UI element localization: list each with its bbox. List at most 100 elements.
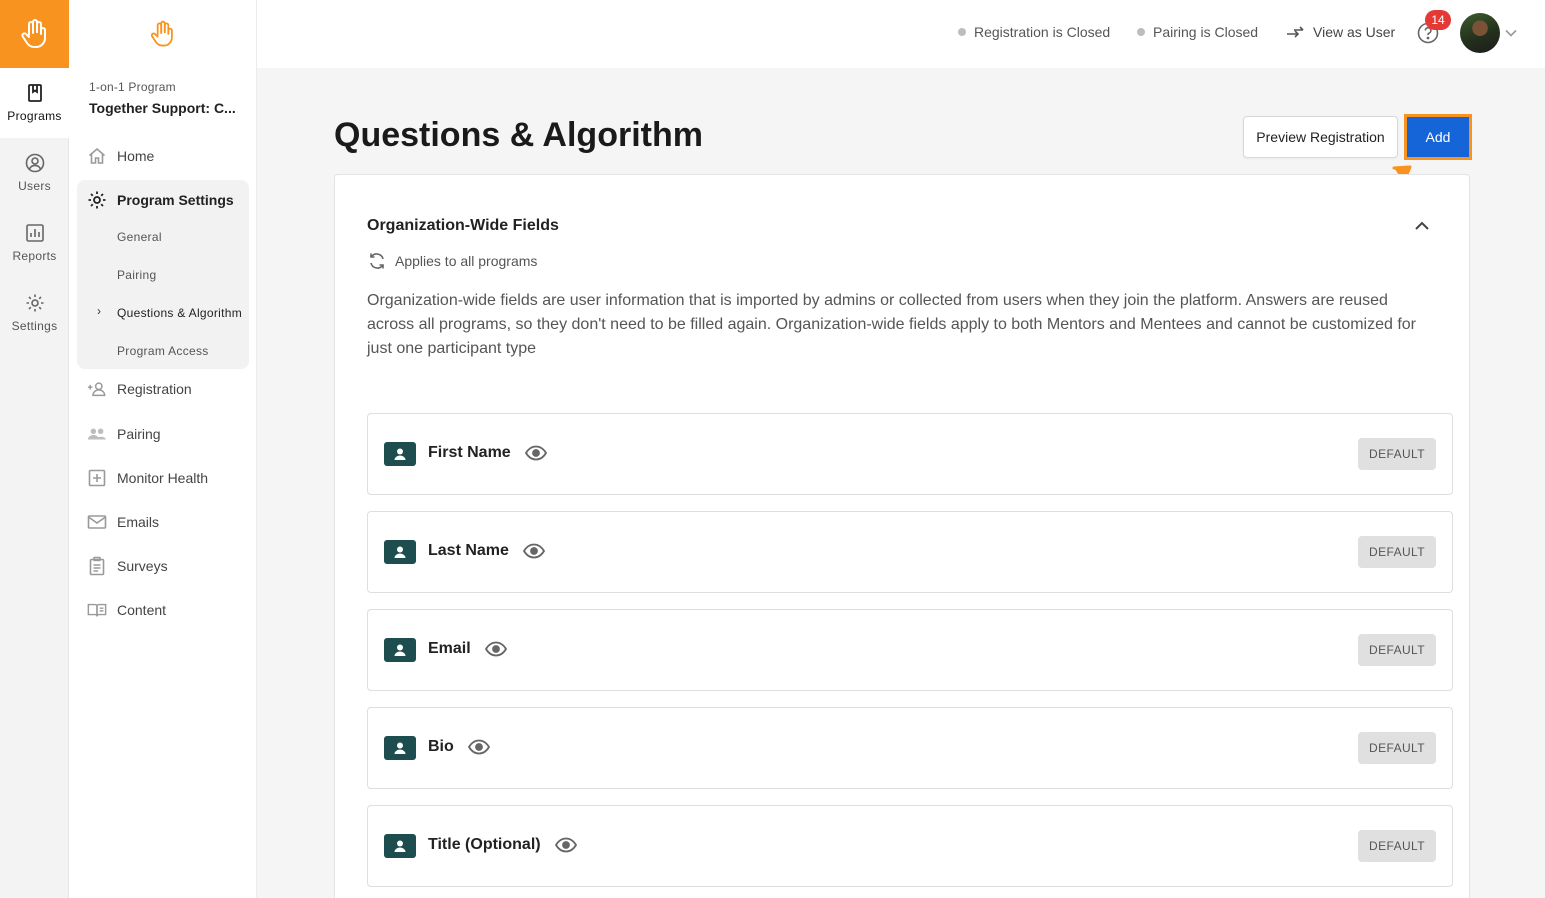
- gear-icon: [26, 294, 43, 312]
- health-plus-icon: [87, 468, 107, 488]
- sidebar-item-surveys[interactable]: Surveys: [77, 546, 249, 586]
- person-icon: [384, 638, 416, 662]
- sidebar-subitem-pairing[interactable]: Pairing: [117, 268, 156, 282]
- sidebar-item-monitor-health[interactable]: Monitor Health: [77, 458, 249, 498]
- sync-icon: [370, 253, 384, 269]
- program-type-label: 1-on-1 Program: [89, 80, 176, 94]
- eye-icon[interactable]: [484, 641, 507, 657]
- default-badge: DEFAULT: [1358, 732, 1436, 764]
- page-title: Questions & Algorithm: [334, 116, 703, 154]
- applies-to-all-note: Applies to all programs: [367, 251, 537, 271]
- default-badge: DEFAULT: [1358, 634, 1436, 666]
- field-row[interactable]: Last Name DEFAULT: [367, 511, 1453, 593]
- add-button-highlight: Add: [1404, 114, 1472, 160]
- sidebar-logo: [69, 0, 256, 68]
- field-row[interactable]: Title (Optional) DEFAULT: [367, 805, 1453, 887]
- sidebar-item-label: Registration: [117, 381, 192, 397]
- sidebar-item-label: Content: [117, 602, 167, 618]
- sidebar-item-content[interactable]: Content: [77, 590, 249, 630]
- field-name-wrap: Bio: [428, 738, 490, 756]
- field-name: Last Name: [428, 542, 509, 559]
- notification-badge: 14: [1425, 10, 1451, 30]
- field-name: First Name: [428, 444, 511, 461]
- sidebar-item-label: Emails: [117, 514, 160, 530]
- registration-status-text: Registration is Closed: [974, 24, 1111, 40]
- home-icon: [87, 146, 107, 166]
- hand-wave-icon: [20, 19, 46, 48]
- default-badge: DEFAULT: [1358, 830, 1436, 862]
- program-name[interactable]: Together Support: C...: [89, 100, 236, 116]
- sidebar-item-label: Home: [117, 148, 155, 164]
- bar-chart-icon: [25, 224, 44, 242]
- chevron-right-icon: ›: [97, 304, 101, 318]
- user-circle-icon: [25, 153, 44, 173]
- rail-label-programs: Programs: [7, 109, 62, 123]
- sidebar-subitem-program-access[interactable]: Program Access: [117, 344, 209, 358]
- field-name-wrap: First Name: [428, 444, 547, 462]
- default-badge: DEFAULT: [1358, 536, 1436, 568]
- sidebar-item-label: Monitor Health: [117, 470, 209, 486]
- status-dot-icon: [958, 28, 966, 36]
- sidebar-item-home[interactable]: Home: [77, 136, 249, 176]
- sidebar-subitem-questions-algorithm[interactable]: Questions & Algorithm: [117, 306, 242, 320]
- field-row[interactable]: First Name DEFAULT: [367, 413, 1453, 495]
- chevron-down-icon[interactable]: [1505, 24, 1517, 40]
- sidebar-item-pairing[interactable]: Pairing: [77, 414, 249, 454]
- gear-icon: [88, 191, 106, 209]
- eye-icon[interactable]: [522, 543, 545, 559]
- users-icon: [87, 424, 107, 444]
- field-name-wrap: Title (Optional): [428, 836, 577, 854]
- field-name: Email: [428, 640, 471, 657]
- rail-item-users[interactable]: Users: [0, 138, 69, 208]
- avatar[interactable]: [1460, 13, 1500, 53]
- sidebar-subitem-general[interactable]: General: [117, 230, 162, 244]
- person-icon: [384, 442, 416, 466]
- sidebar-item-registration[interactable]: Registration: [77, 369, 249, 409]
- preview-registration-button[interactable]: Preview Registration: [1243, 116, 1398, 158]
- app-logo[interactable]: [0, 0, 69, 68]
- panel-title: Organization-Wide Fields: [367, 217, 559, 234]
- registration-status: Registration is Closed: [958, 24, 1110, 40]
- eye-icon[interactable]: [467, 739, 490, 755]
- clipboard-icon: [87, 556, 107, 576]
- sidebar-item-emails[interactable]: Emails: [77, 502, 249, 542]
- top-bar: Registration is Closed Pairing is Closed…: [257, 0, 1545, 68]
- status-dot-icon: [1137, 28, 1145, 36]
- field-name-wrap: Last Name: [428, 542, 545, 560]
- field-name: Title (Optional): [428, 836, 541, 853]
- view-as-user-label: View as User: [1313, 24, 1396, 40]
- switch-arrows-icon: [1287, 26, 1304, 38]
- rail-label-reports: Reports: [12, 249, 57, 263]
- sidebar-item-label: Surveys: [117, 558, 168, 574]
- field-row[interactable]: Bio DEFAULT: [367, 707, 1453, 789]
- rail-item-programs[interactable]: Programs: [0, 68, 69, 138]
- book-icon: [27, 84, 42, 102]
- eye-icon[interactable]: [524, 445, 547, 461]
- applies-text: Applies to all programs: [395, 253, 538, 269]
- rail-label-users: Users: [18, 179, 51, 193]
- mail-icon: [87, 512, 107, 532]
- default-badge: DEFAULT: [1358, 438, 1436, 470]
- rail-label-settings: Settings: [11, 319, 58, 333]
- person-icon: [384, 834, 416, 858]
- sidebar-item-label: Program Settings: [117, 192, 234, 208]
- add-button[interactable]: Add: [1407, 117, 1469, 157]
- eye-icon[interactable]: [554, 837, 577, 853]
- open-book-icon: [87, 600, 107, 620]
- view-as-user-button[interactable]: View as User: [1285, 24, 1395, 40]
- user-add-icon: [87, 379, 107, 399]
- rail-item-reports[interactable]: Reports: [0, 208, 69, 278]
- pairing-status: Pairing is Closed: [1137, 24, 1258, 40]
- rail-item-settings[interactable]: Settings: [0, 278, 69, 348]
- icon-rail: Programs Users Reports Settings: [0, 0, 69, 898]
- sidebar-item-program-settings[interactable]: Program Settings: [87, 190, 234, 210]
- program-sidebar: 1-on-1 Program Together Support: C... Ho…: [69, 0, 257, 898]
- field-name-wrap: Email: [428, 640, 507, 658]
- chevron-up-icon[interactable]: [1413, 217, 1431, 235]
- person-icon: [384, 540, 416, 564]
- hand-wave-icon: [150, 20, 173, 47]
- organization-fields-panel: Organization-Wide Fields Applies to all …: [334, 174, 1470, 898]
- field-row[interactable]: Email DEFAULT: [367, 609, 1453, 691]
- program-settings-group: Program Settings General Pairing › Quest…: [77, 180, 249, 369]
- sidebar-item-label: Pairing: [117, 426, 161, 442]
